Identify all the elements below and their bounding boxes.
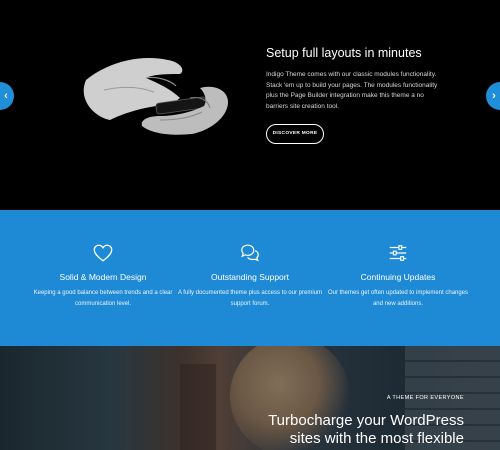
feature-title: Continuing Updates (360, 272, 436, 282)
slide-description: Indigo Theme comes with our classic modu… (266, 71, 438, 110)
feature-title: Outstanding Support (211, 272, 289, 282)
theme-for-everyone-banner: A THEME FOR EVERYONE Turbocharge your Wo… (0, 346, 500, 450)
hands-holding-phone-image (83, 58, 228, 135)
feature-support: Outstanding Support A fully documented t… (175, 242, 325, 309)
feature-text: A fully documented theme plus access to … (177, 290, 323, 307)
hero-slider: Setup full layouts in minutes Indigo The… (0, 0, 500, 210)
slide-title: Setup full layouts in minutes (266, 46, 422, 60)
feature-text: Keeping a good balance between trends an… (33, 290, 173, 307)
chat-bubbles-icon (241, 244, 259, 262)
chevron-left-icon: ‹ (4, 90, 8, 102)
next-slide-button[interactable]: › (486, 82, 500, 110)
feature-text: Our themes get often updated to implemen… (327, 290, 469, 307)
chevron-right-icon: › (492, 90, 496, 102)
heart-icon (93, 244, 113, 262)
section-eyebrow: A THEME FOR EVERYONE (386, 395, 464, 401)
feature-updates: Continuing Updates Our themes get often … (323, 242, 473, 309)
sliders-icon (389, 245, 407, 261)
section-title: Turbocharge your WordPress sites with th… (268, 412, 464, 447)
previous-slide-button[interactable]: ‹ (0, 82, 14, 110)
feature-title: Solid & Modern Design (59, 272, 147, 282)
discover-more-button[interactable]: DISCOVER MORE (266, 124, 324, 144)
features-section: Solid & Modern Design Keeping a good bal… (0, 210, 500, 346)
feature-design: Solid & Modern Design Keeping a good bal… (28, 242, 178, 309)
